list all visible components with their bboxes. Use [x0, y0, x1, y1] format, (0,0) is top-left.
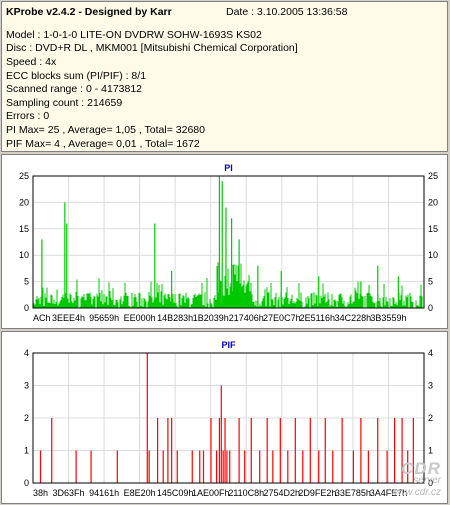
- y-tick-label-right: 3: [428, 381, 433, 391]
- x-tick-label: 1B2039h: [193, 313, 229, 323]
- x-tick-label: 1AE00Fh: [192, 488, 230, 498]
- y-tick-label-left: 1: [24, 446, 29, 456]
- x-tick-label: 2754D2h: [264, 488, 301, 498]
- x-tick-label: 27E0C7h: [263, 313, 301, 323]
- x-tick-label: 33E785h: [335, 488, 371, 498]
- info-pif-stats: PIF Max= 4 , Average= 0,01 , Total= 1672: [6, 138, 200, 150]
- info-panel: KProbe v2.4.2 - Designed by Karr Date : …: [1, 1, 448, 152]
- x-tick-label: 3EEE4h: [52, 313, 85, 323]
- watermark: CDR server www.cdr.cz: [390, 459, 441, 499]
- info-errors: Errors : 0: [6, 110, 50, 122]
- x-tick-label: 2E5116h: [300, 313, 335, 323]
- x-tick-label: 2110C8h: [228, 488, 264, 498]
- pi-chart-panel: PI 0 0 5 5 10 10 15 15 20 20 25 25 ACh 3EEE4h 95659h EE0…: [1, 154, 448, 329]
- y-tick-label-left: 0: [24, 478, 29, 488]
- y-tick-label-right: 15: [428, 224, 438, 234]
- y-tick-label-right: 0: [428, 303, 433, 313]
- y-tick-label-left: 25: [19, 171, 29, 181]
- info-model: Model : 1-0-1-0 LITE-ON DVDRW SOHW-1693S…: [6, 29, 262, 41]
- info-pi-stats: PI Max= 25 , Average= 1,05 , Total= 3268…: [6, 124, 205, 136]
- y-tick-label-left: 5: [24, 277, 29, 287]
- pi-chart: PI 0 0 5 5 10 10 15 15 20 20 25 25 ACh 3EEE4h 95659h EE0…: [19, 163, 438, 323]
- y-tick-label-left: 2: [24, 413, 29, 423]
- x-tick-label: E8E20h: [124, 488, 156, 498]
- x-tick-label: 217406h: [229, 313, 264, 323]
- watermark-logo: CDR: [401, 459, 441, 478]
- y-tick-label-right: 1: [428, 446, 433, 456]
- info-disc: Disc : DVD+R DL , MKM001 [Mitsubishi Che…: [6, 42, 298, 54]
- x-tick-label: 95659h: [89, 313, 119, 323]
- info-sampling-count: Sampling count : 214659: [6, 97, 123, 109]
- info-scanned-range: Scanned range : 0 - 4173812: [6, 83, 143, 95]
- x-tick-label: 2D9FE2h: [298, 488, 336, 498]
- y-tick-label-right: 2: [428, 413, 433, 423]
- x-tick-label: 38h: [33, 488, 48, 498]
- watermark-sub: server: [413, 475, 441, 486]
- y-tick-label-left: 4: [24, 348, 29, 358]
- chart-title: PI: [224, 163, 233, 173]
- y-tick-label-left: 0: [24, 303, 29, 313]
- pif-chart: PIF0 01 12 23 34 438h 3D63Fh 94161h E8E20h 145C09…: [24, 340, 433, 498]
- app-title: KProbe v2.4.2 - Designed by Karr: [6, 6, 172, 18]
- scan-date: Date : 3.10.2005 13:36:58: [226, 6, 348, 18]
- x-tick-label: 145C09h: [157, 488, 194, 498]
- x-tick-label: ACh: [33, 313, 51, 323]
- y-tick-label-right: 10: [428, 250, 438, 260]
- y-tick-label-left: 20: [19, 197, 29, 207]
- x-tick-label: 3B3559h: [370, 313, 406, 323]
- chart-title: PIF: [221, 340, 236, 350]
- info-ecc-blocks: ECC blocks sum (PI/PIF) : 8/1: [6, 70, 147, 82]
- x-tick-label: EE000h: [124, 313, 156, 323]
- y-tick-label-left: 10: [19, 250, 29, 260]
- x-tick-label: 34C228h: [335, 313, 372, 323]
- y-tick-label-right: 20: [428, 197, 438, 207]
- x-tick-label: 3D63Fh: [53, 488, 85, 498]
- pif-chart-panel: PIF 0 0 1 1 2 2 3 3 4 4 38h 3D63Fh 94161h E8E20h 145C09…: [1, 331, 448, 504]
- info-speed: Speed : 4x: [6, 56, 57, 68]
- watermark-url: www.cdr.cz: [390, 487, 441, 498]
- y-tick-label-right: 5: [428, 277, 433, 287]
- y-tick-label-left: 3: [24, 381, 29, 391]
- y-tick-label-right: 25: [428, 171, 438, 181]
- x-tick-label: 94161h: [89, 488, 119, 498]
- y-tick-label-left: 15: [19, 224, 29, 234]
- x-tick-label: 14B283h: [157, 313, 193, 323]
- y-tick-label-right: 4: [428, 348, 433, 358]
